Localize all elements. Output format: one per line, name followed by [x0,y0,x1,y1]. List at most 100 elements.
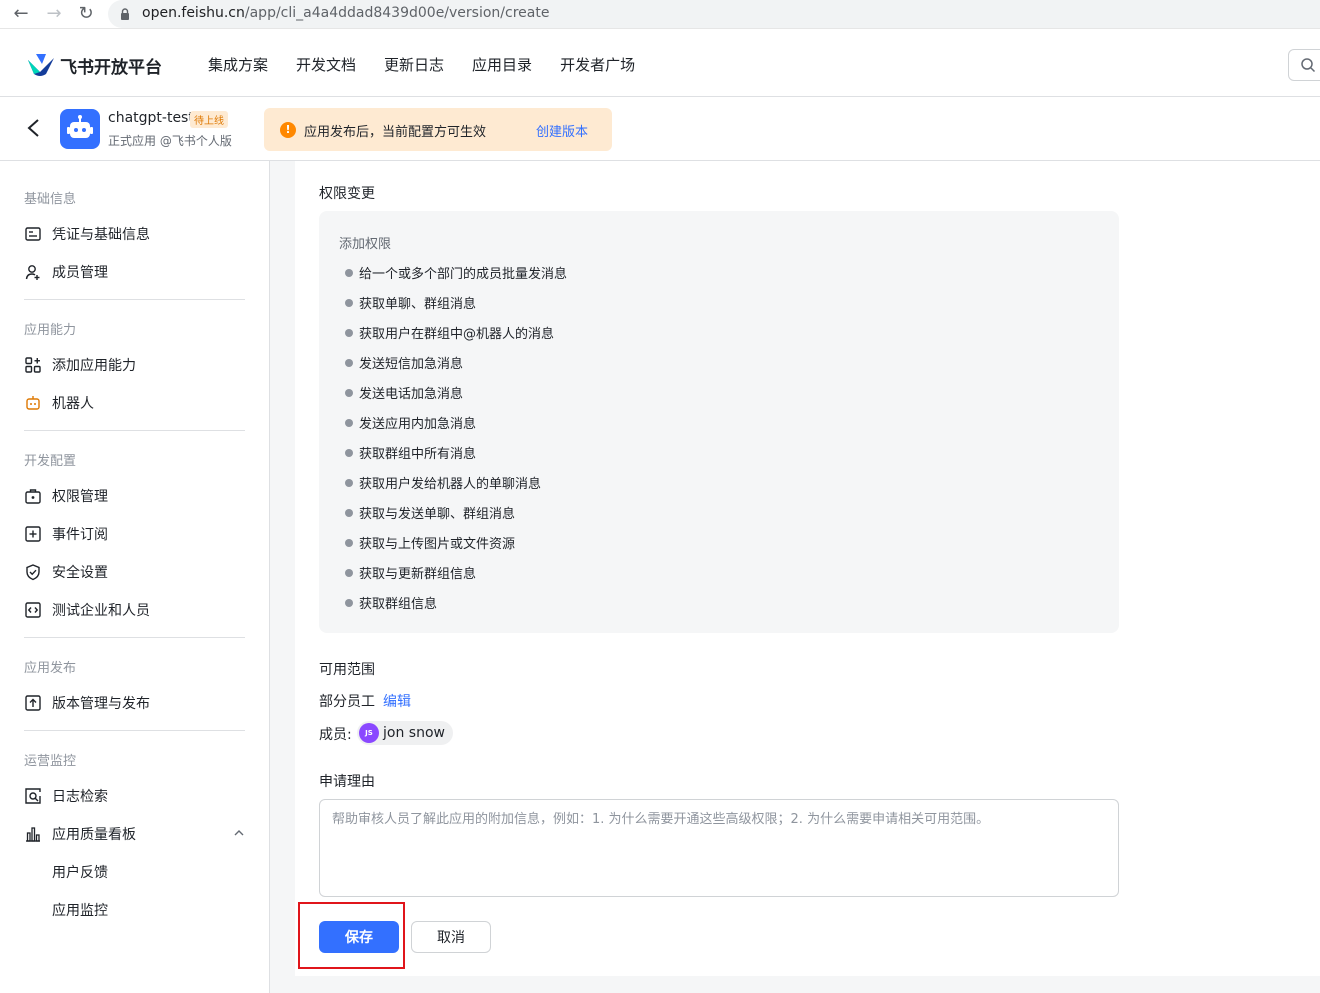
sidebar-item-label: 应用质量看板 [52,827,136,843]
sidebar-group-ops: 运营监控 [24,754,77,769]
url-host: open.feishu.cn [142,5,245,21]
top-nav: 集成方案 开发文档 更新日志 应用目录 开发者广场 [208,54,635,75]
url-field[interactable]: open.feishu.cn/app/cli_a4a4ddad8439d00e/… [108,0,1320,28]
sidebar-item-label: 凭证与基础信息 [52,227,150,243]
sidebar-item-version[interactable]: 版本管理与发布 [24,693,150,713]
sidebar-item-credentials[interactable]: 凭证与基础信息 [24,224,150,244]
member-name: jon snow [383,725,445,741]
nav-app-directory[interactable]: 应用目录 [472,54,532,75]
sidebar-item-members[interactable]: 成员管理 [24,262,108,282]
sidebar-item-permissions[interactable]: 权限管理 [24,486,108,506]
sidebar-group-ability: 应用能力 [24,323,77,338]
chevron-up-icon[interactable] [232,826,246,840]
browser-forward-button[interactable]: → [44,4,64,24]
browser-reload-button[interactable]: ↻ [76,4,96,24]
permission-label: 获取与上传图片或文件资源 [359,537,516,552]
sidebar-item-events[interactable]: 事件订阅 [24,524,108,544]
sidebar-item-quality[interactable]: 应用质量看板 [24,824,136,844]
nav-integration[interactable]: 集成方案 [208,54,268,75]
permission-item: 获取与发送单聊、群组消息 [345,503,515,522]
sidebar-divider [24,299,245,300]
permission-label: 获取与更新群组信息 [359,567,477,582]
browser-back-button[interactable]: ← [11,4,31,24]
sidebar-group-publish: 应用发布 [24,661,77,676]
sidebar-item-label: 权限管理 [52,489,108,505]
member-label: 成员: [319,727,352,743]
url-text: open.feishu.cn/app/cli_a4a4ddad8439d00e/… [142,5,549,21]
bullet-icon [345,478,353,487]
id-card-icon [25,227,41,241]
search-icon [1301,58,1316,73]
bot-icon [26,396,40,410]
log-search-icon [25,788,41,804]
top-header: 飞书开放平台 集成方案 开发文档 更新日志 应用目录 开发者广场 [0,30,1320,97]
scope-edit-link[interactable]: 编辑 [383,691,411,711]
permission-item: 获取与更新群组信息 [345,563,476,582]
sidebar-divider [24,430,245,431]
permission-item: 给一个或多个部门的成员批量发消息 [345,263,567,282]
apps-grid-icon [25,357,41,373]
permission-list-box: 添加权限 给一个或多个部门的成员批量发消息 获取单聊、群组消息 获取用户在群组中… [319,211,1119,633]
cancel-button[interactable]: 取消 [411,921,491,953]
bullet-icon [345,358,353,367]
user-add-icon [25,265,40,280]
sidebar-item-label: 安全设置 [52,565,108,581]
upload-box-icon [25,695,41,711]
code-box-icon [25,602,41,618]
search-button[interactable] [1288,49,1320,81]
permission-label: 发送应用内加急消息 [359,417,477,432]
sidebar-divider [24,730,245,731]
briefcase-lock-icon [25,489,41,504]
sidebar-item-label: 添加应用能力 [52,358,136,374]
bullet-icon [345,598,353,607]
robot-icon [67,115,93,138]
sidebar-group-basic: 基础信息 [24,192,77,207]
permission-item: 获取用户在群组中@机器人的消息 [345,323,554,342]
event-subscribe-icon [25,526,41,542]
sidebar-item-log-search[interactable]: 日志检索 [24,786,108,806]
sidebar-item-security[interactable]: 安全设置 [24,562,108,582]
bullet-icon [345,538,353,547]
bullet-icon [345,328,353,337]
permission-label: 获取与发送单聊、群组消息 [359,507,516,522]
sidebar-item-feedback[interactable]: 用户反馈 [52,862,108,882]
bullet-icon [345,268,353,277]
url-path: /app/cli_a4a4ddad8439d00e/version/create [244,5,550,21]
save-button[interactable]: 保存 [319,921,399,953]
platform-title[interactable]: 飞书开放平台 [60,53,162,78]
notice-text: 应用发布后，当前配置方可生效 [304,125,487,140]
permission-item: 获取群组中所有消息 [345,443,476,462]
permission-item: 发送应用内加急消息 [345,413,476,432]
permission-label: 获取用户发给机器人的单聊消息 [359,477,542,492]
sidebar-item-add-ability[interactable]: 添加应用能力 [24,355,136,375]
browser-address-bar: ← → ↻ open.feishu.cn/app/cli_a4a4ddad843… [0,0,1320,29]
reason-textarea[interactable] [319,799,1119,897]
app-subtitle: 正式应用 @飞书个人版 [108,134,232,148]
permission-item: 获取单聊、群组消息 [345,293,476,312]
bullet-icon [345,448,353,457]
create-version-link[interactable]: 创建版本 [536,121,588,140]
avatar: JS [359,723,379,743]
permission-label: 给一个或多个部门的成员批量发消息 [359,267,568,282]
nav-developer-square[interactable]: 开发者广场 [560,54,635,75]
sidebar-divider [24,637,245,638]
app-avatar [60,109,100,149]
member-chip: JS jon snow [357,721,453,745]
nav-docs[interactable]: 开发文档 [296,54,356,75]
sidebar-item-label: 机器人 [52,396,94,412]
back-arrow-icon[interactable] [24,117,44,139]
reason-title: 申请理由 [319,774,375,790]
feishu-logo-icon[interactable] [26,52,56,78]
sidebar-item-label: 版本管理与发布 [52,696,150,712]
bullet-icon [345,508,353,517]
perm-change-title: 权限变更 [319,186,375,202]
sidebar-item-bot[interactable]: 机器人 [24,393,94,413]
status-badge: 待上线 [190,111,228,128]
bullet-icon [345,388,353,397]
sidebar-item-test-enterprise[interactable]: 测试企业和人员 [24,600,150,620]
bar-chart-icon [26,827,40,842]
sidebar-item-monitor[interactable]: 应用监控 [52,900,108,920]
permission-label: 获取群组信息 [359,597,438,612]
warning-icon: ! [280,122,296,138]
nav-changelog[interactable]: 更新日志 [384,54,444,75]
